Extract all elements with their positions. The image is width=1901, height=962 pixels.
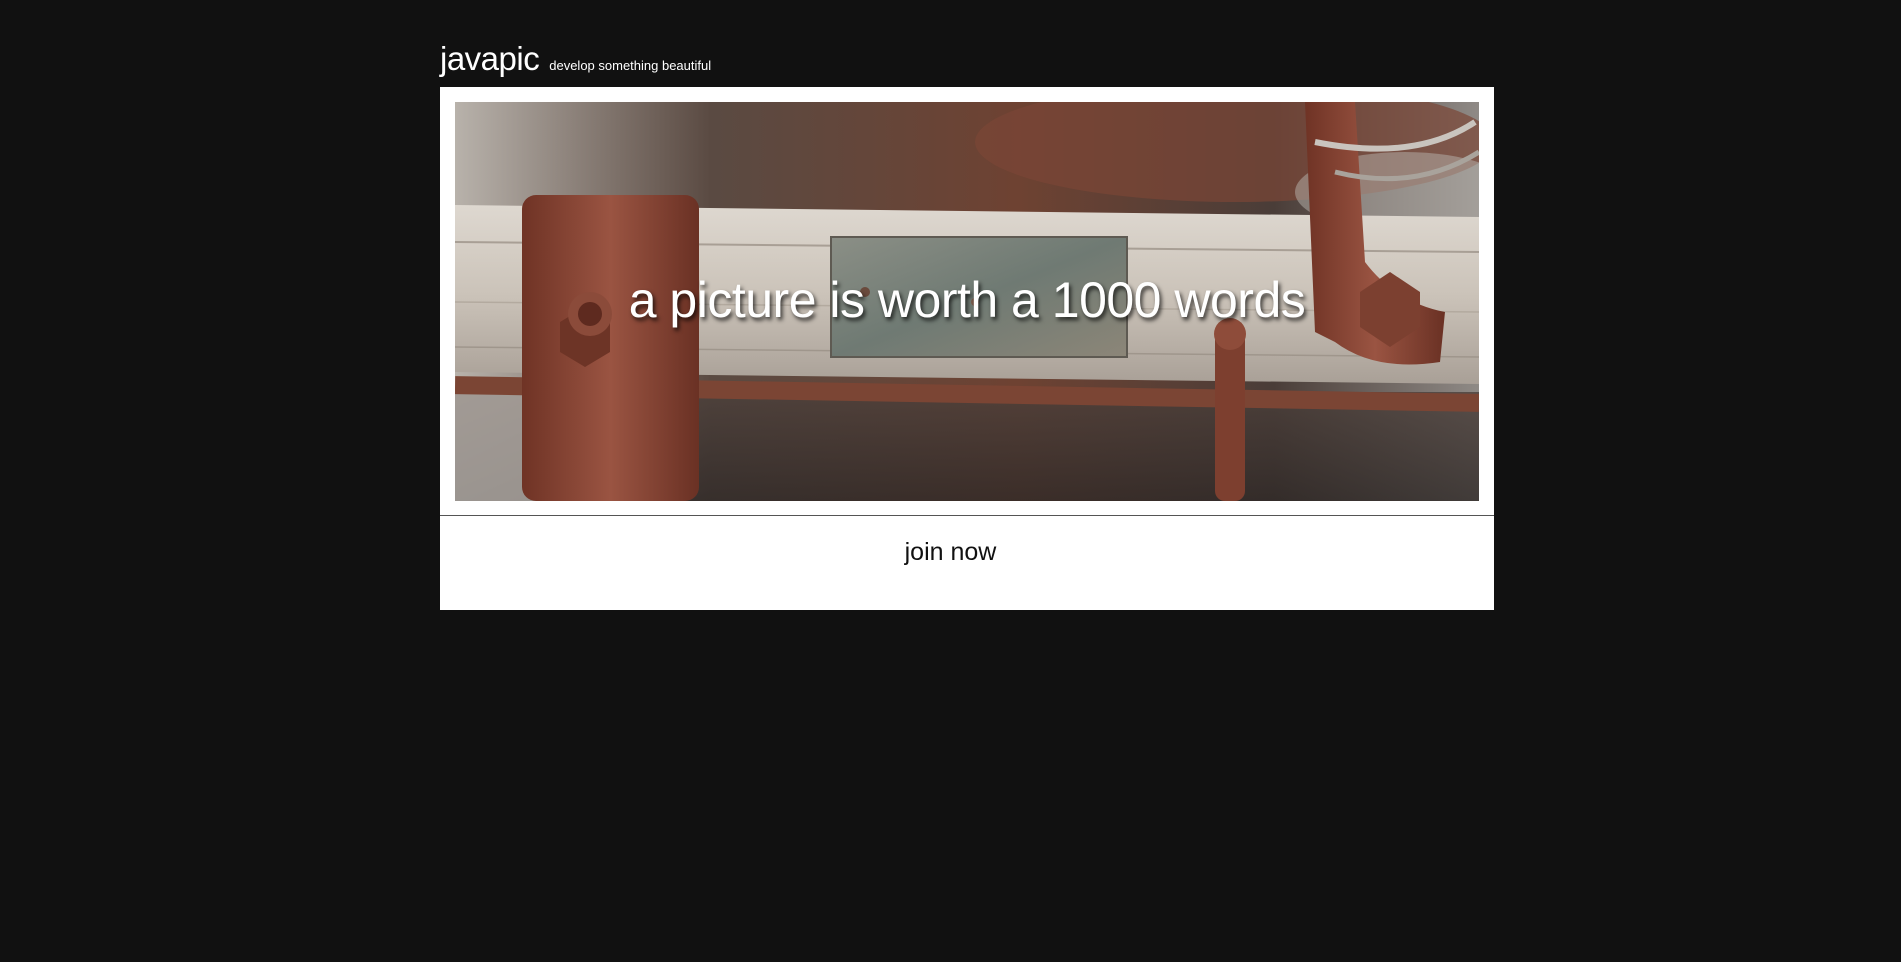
site-header: javapic develop something beautiful [440,40,711,78]
hero-caption: a picture is worth a 1000 words [628,271,1306,328]
hero-banner: a picture is worth a 1000 words [455,102,1479,501]
hero-card: a picture is worth a 1000 words [440,87,1494,610]
join-now-button[interactable]: join now [0,538,1901,567]
card-divider [440,515,1494,516]
site-tagline: develop something beautiful [549,58,712,73]
site-logo[interactable]: javapic [440,40,540,78]
